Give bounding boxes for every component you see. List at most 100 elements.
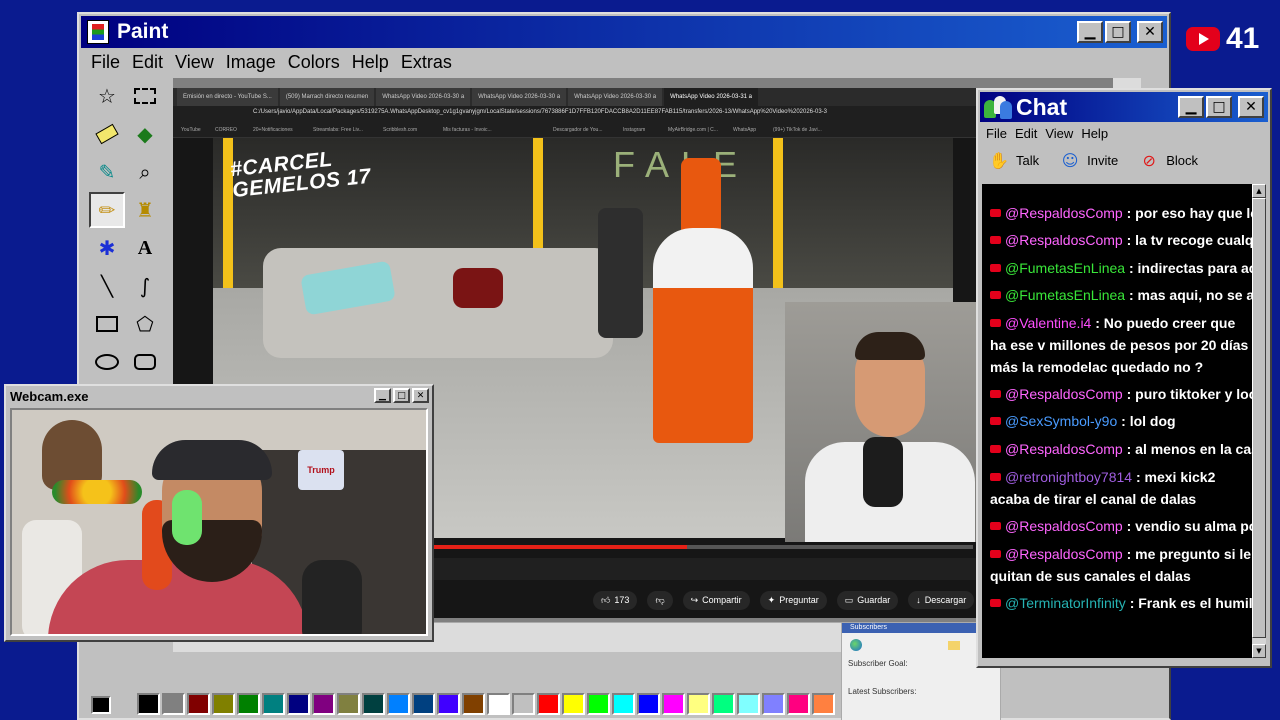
palette-swatch[interactable] <box>687 693 710 715</box>
save-button[interactable]: ▭ Guardar <box>836 590 899 610</box>
palette-swatch[interactable] <box>212 693 235 715</box>
chat-username[interactable]: @FumetasEnLinea <box>1005 260 1125 276</box>
chat-maximize-button[interactable]: □ <box>1206 96 1232 118</box>
dislike-button[interactable]: 👎︎ <box>647 590 673 610</box>
scroll-up-arrow-icon[interactable]: ▲ <box>1252 184 1266 198</box>
magnifier-tool[interactable]: ⌕ <box>127 154 163 190</box>
scroll-thumb[interactable] <box>1252 198 1266 638</box>
browser-tab[interactable]: WhatsApp Video 2026-03-30 a <box>568 88 663 106</box>
webcam-minimize-button[interactable]: ▁ <box>374 388 391 403</box>
share-button[interactable]: ↪ Compartir <box>682 590 750 610</box>
rect-select-tool[interactable] <box>127 78 163 114</box>
chat-username[interactable]: @RespaldosComp <box>1005 232 1123 248</box>
chat-menu-help[interactable]: Help <box>1081 126 1108 141</box>
menu-help[interactable]: Help <box>348 50 393 75</box>
rectangle-tool[interactable] <box>89 306 125 342</box>
chat-title-bar[interactable]: Chat ▁ □ ✕ <box>980 92 1268 122</box>
menu-view[interactable]: View <box>171 50 218 75</box>
chat-username[interactable]: @RespaldosComp <box>1005 441 1123 457</box>
menu-edit[interactable]: Edit <box>128 50 167 75</box>
chat-scrollbar[interactable]: ▲ ▼ <box>1252 184 1266 658</box>
chat-menu-view[interactable]: View <box>1045 126 1073 141</box>
paint-title-bar[interactable]: Paint ▁ □ ✕ <box>81 16 1167 48</box>
palette-swatch[interactable] <box>387 693 410 715</box>
palette-swatch[interactable] <box>337 693 360 715</box>
bookmark[interactable]: MyAirBridge.com | C... <box>668 127 718 133</box>
chat-username[interactable]: @retronightboy7814 <box>1005 469 1132 485</box>
chat-username[interactable]: @SexSymbol-y9o <box>1005 413 1117 429</box>
chat-menu-edit[interactable]: Edit <box>1015 126 1037 141</box>
fill-tool[interactable]: ◆ <box>127 116 163 152</box>
bookmark[interactable]: Scribblesh.com <box>383 127 417 133</box>
webcam-close-button[interactable]: ✕ <box>412 388 429 403</box>
menu-colors[interactable]: Colors <box>284 50 344 75</box>
palette-swatch[interactable] <box>637 693 660 715</box>
browser-tab[interactable]: Emisión en directo - YouTube S... <box>177 88 278 106</box>
bookmark[interactable]: Instagram <box>623 127 645 133</box>
bookmark[interactable]: Streamlabs: Free Liv... <box>313 127 363 133</box>
eraser-tool[interactable] <box>89 116 125 152</box>
chat-username[interactable]: @TerminatorInfinity <box>1005 595 1126 611</box>
chat-username[interactable]: @FumetasEnLinea <box>1005 287 1125 303</box>
webcam-maximize-button[interactable]: □ <box>393 388 410 403</box>
rounded-rect-tool[interactable] <box>127 344 163 380</box>
chat-username[interactable]: @RespaldosComp <box>1005 386 1123 402</box>
chat-username[interactable]: @RespaldosComp <box>1005 518 1123 534</box>
ask-button[interactable]: ✦ Preguntar <box>759 590 827 610</box>
maximize-button[interactable]: □ <box>1105 21 1131 43</box>
palette-swatch[interactable] <box>537 693 560 715</box>
palette-swatch[interactable] <box>787 693 810 715</box>
palette-swatch[interactable] <box>587 693 610 715</box>
menu-image[interactable]: Image <box>222 50 280 75</box>
palette-swatch[interactable] <box>512 693 535 715</box>
text-tool[interactable]: A <box>127 230 163 266</box>
menu-extras[interactable]: Extras <box>397 50 456 75</box>
minimize-button[interactable]: ▁ <box>1077 21 1103 43</box>
palette-swatch[interactable] <box>187 693 210 715</box>
chat-log[interactable]: @RespaldosComp : por eso hay que leer lo… <box>982 184 1266 658</box>
airbrush-tool[interactable]: ✱ <box>89 230 125 266</box>
palette-swatch[interactable] <box>462 693 485 715</box>
bookmark[interactable]: Mis facturas - Invoic... <box>443 127 492 133</box>
block-button[interactable]: ⊘ Block <box>1138 150 1199 170</box>
browser-tab[interactable]: WhatsApp Video 2026-03-30 a <box>472 88 567 106</box>
ellipse-tool[interactable] <box>89 344 125 380</box>
chat-username[interactable]: @RespaldosComp <box>1005 546 1123 562</box>
video-progress-bar[interactable] <box>433 545 973 549</box>
chat-menu-file[interactable]: File <box>986 126 1007 141</box>
palette-swatch[interactable] <box>312 693 335 715</box>
browser-tab[interactable]: WhatsApp Video 2026-03-30 a <box>376 88 471 106</box>
chat-minimize-button[interactable]: ▁ <box>1178 96 1204 118</box>
chat-username[interactable]: @Valentine.i4 <box>1005 315 1091 331</box>
palette-swatch[interactable] <box>712 693 735 715</box>
scroll-down-arrow-icon[interactable]: ▼ <box>1252 644 1266 658</box>
palette-swatch[interactable] <box>737 693 760 715</box>
palette-swatch[interactable] <box>762 693 785 715</box>
palette-swatch[interactable] <box>237 693 260 715</box>
download-button[interactable]: ↓ Descargar <box>908 591 975 609</box>
browser-tab[interactable]: (509) Marrach directo resumen <box>279 88 375 106</box>
webcam-title-bar[interactable]: Webcam.exe ▁ □ ✕ <box>7 387 431 405</box>
bookmark[interactable]: Descargador de You... <box>553 127 602 133</box>
palette-swatch[interactable] <box>612 693 635 715</box>
talk-button[interactable]: ✋ Talk <box>988 150 1039 170</box>
palette-swatch[interactable] <box>662 693 685 715</box>
pencil-tool[interactable]: ✏ <box>89 192 125 228</box>
palette-swatch[interactable] <box>162 693 185 715</box>
curve-tool[interactable]: ∫ <box>127 268 163 304</box>
palette-swatch[interactable] <box>562 693 585 715</box>
line-tool[interactable]: ╲ <box>89 268 125 304</box>
invite-button[interactable]: ☺ Invite <box>1059 150 1118 170</box>
chat-username[interactable]: @RespaldosComp <box>1005 205 1123 221</box>
palette-swatch[interactable] <box>137 693 160 715</box>
bookmark[interactable]: CORREO <box>215 127 237 133</box>
brush-tool[interactable]: ♜ <box>127 192 163 228</box>
free-select-tool[interactable]: ☆ <box>89 78 125 114</box>
bookmark[interactable]: 20+Notificaciones <box>253 127 293 133</box>
bookmark[interactable]: YouTube <box>181 127 201 133</box>
browser-tab-active[interactable]: WhatsApp Video 2026-03-31 a <box>664 88 759 106</box>
close-button[interactable]: ✕ <box>1137 21 1163 43</box>
current-color-indicator[interactable] <box>87 690 127 718</box>
palette-swatch[interactable] <box>412 693 435 715</box>
chat-close-button[interactable]: ✕ <box>1238 96 1264 118</box>
